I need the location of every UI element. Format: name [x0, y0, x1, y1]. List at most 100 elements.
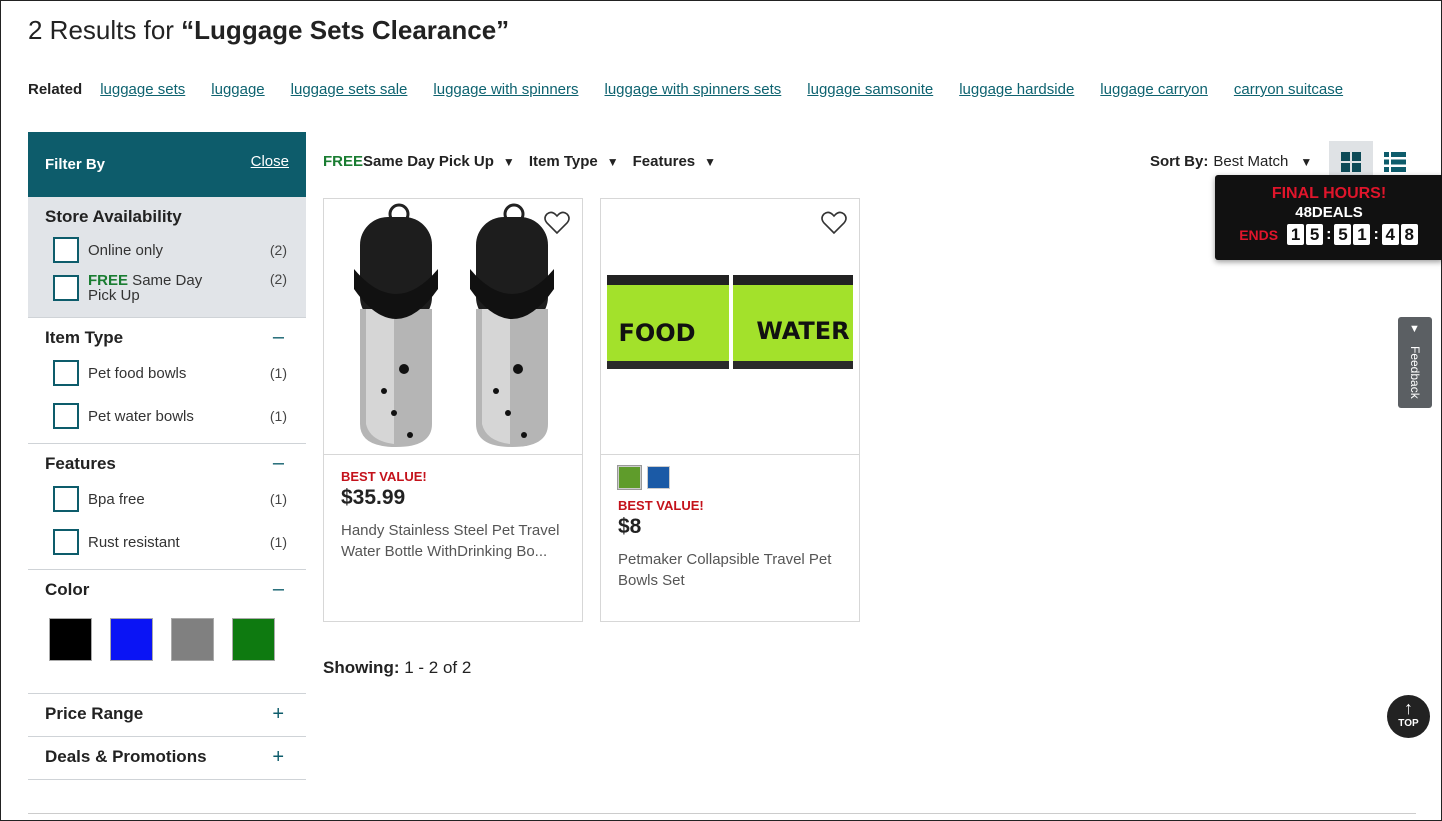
checkbox[interactable] [53, 237, 79, 263]
countdown-digit: 1 [1287, 224, 1305, 245]
food-label-text: FOOD [618, 319, 695, 347]
countdown-digit: 8 [1400, 224, 1418, 245]
store-availability-section: Store Availability Online only (2) FREE … [28, 197, 306, 317]
checkbox[interactable] [53, 275, 79, 301]
filter-sidebar: Filter By Close Store Availability Onlin… [28, 132, 306, 780]
color-option-blue[interactable] [647, 466, 670, 489]
related-link[interactable]: luggage [211, 81, 264, 98]
countdown-digit: 5 [1334, 224, 1352, 245]
color-swatch-gray[interactable] [171, 618, 214, 661]
color-swatch-black[interactable] [49, 618, 92, 661]
related-label: Related [28, 81, 83, 98]
back-to-top-button[interactable]: ↑ TOP [1387, 695, 1430, 738]
deals-countdown-banner[interactable]: FINAL HOURS! 48DEALS ENDS 15:51:48 [1215, 175, 1442, 260]
option-count: (1) [269, 491, 287, 507]
related-link[interactable]: luggage with spinners sets [605, 81, 782, 98]
feedback-label: Feedback [1408, 346, 1422, 399]
colon: : [1373, 225, 1379, 243]
best-value-badge: BEST VALUE! [618, 498, 704, 513]
deals-promotions-title: Deals & Promotions [45, 747, 207, 766]
option-label: Pet water bowls [88, 407, 194, 425]
related-link[interactable]: luggage hardside [959, 81, 1074, 98]
filter-option-pet-food-bowls[interactable]: Pet food bowls (1) [45, 360, 289, 386]
divider [28, 813, 1416, 814]
product-card[interactable]: BEST VALUE! $35.99 Handy Stainless Steel… [323, 198, 583, 622]
sort-label: Sort By: [1150, 153, 1209, 170]
checkbox[interactable] [53, 403, 79, 429]
caret-down-icon: ▼ [1300, 154, 1313, 169]
related-link[interactable]: luggage with spinners [433, 81, 578, 98]
caret-down-icon: ▼ [606, 154, 619, 169]
showing-value: 1 - 2 of 2 [399, 658, 472, 677]
product-price: $8 [618, 515, 642, 538]
price-range-title: Price Range [45, 704, 144, 723]
checkbox[interactable] [53, 529, 79, 555]
color-option-green[interactable] [617, 465, 642, 490]
color-swatch-green[interactable] [232, 618, 275, 661]
sort-dropdown[interactable]: Sort By: Best Match ▼ [1150, 153, 1312, 170]
filter-option-rust-resistant[interactable]: Rust resistant (1) [45, 529, 289, 555]
water-bottle-image [324, 199, 582, 454]
option-count: (1) [269, 365, 287, 381]
showing-label: Showing: [323, 658, 400, 677]
color-title: Color [45, 580, 90, 599]
final-hours-text: FINAL HOURS! [1271, 185, 1387, 202]
related-link[interactable]: luggage sets [100, 81, 185, 98]
top-label: TOP [1398, 718, 1419, 729]
filter-close-link[interactable]: Close [251, 153, 289, 170]
item-type-dropdown[interactable]: Item Type ▼ [529, 153, 619, 170]
features-title: Features [45, 454, 116, 473]
filter-option-online-only[interactable]: Online only (2) [45, 237, 289, 263]
checkbox[interactable] [53, 486, 79, 512]
color-swatches [49, 618, 289, 679]
caret-down-icon: ▼ [704, 154, 717, 169]
option-count: (1) [269, 408, 287, 424]
filter-header: Filter By Close [28, 132, 306, 197]
related-link[interactable]: luggage carryon [1100, 81, 1208, 98]
product-color-options [617, 465, 859, 490]
product-name[interactable]: Handy Stainless Steel Pet Travel Water B… [341, 520, 565, 562]
option-label: Rust resistant [88, 533, 180, 551]
caret-down-icon: ▼ [502, 154, 515, 169]
list-view-button[interactable] [1384, 151, 1406, 173]
related-searches: Related luggage sets luggage luggage set… [28, 81, 1369, 98]
filter-option-pet-water-bowls[interactable]: Pet water bowls (1) [45, 403, 289, 429]
dropdown-label: Item Type [528, 153, 598, 170]
triangle-down-icon: ▼ [1409, 323, 1420, 335]
price-range-section[interactable]: Price Range + [28, 693, 306, 736]
grid-icon [1341, 152, 1361, 172]
collapse-icon[interactable]: – [273, 452, 284, 475]
deals-promotions-section[interactable]: Deals & Promotions + [28, 736, 306, 780]
heart-icon[interactable] [821, 211, 847, 235]
product-image[interactable] [324, 199, 582, 455]
feedback-tab[interactable]: ▼ Feedback [1398, 317, 1432, 408]
countdown-digit: 4 [1381, 224, 1399, 245]
option-count: (1) [269, 534, 287, 550]
checkbox[interactable] [53, 360, 79, 386]
free-label: FREE [323, 153, 364, 170]
heart-icon[interactable] [544, 211, 570, 235]
expand-icon[interactable]: + [272, 703, 284, 726]
item-type-title: Item Type [45, 328, 124, 347]
pet-bowls-image: FOOD WATER [601, 199, 859, 454]
filter-option-same-day-pickup[interactable]: FREE Same Day Pick Up (2) [45, 271, 289, 303]
color-swatch-blue[interactable] [110, 618, 153, 661]
product-name[interactable]: Petmaker Collapsible Travel Pet Bowls Se… [618, 549, 842, 591]
collapse-icon[interactable]: – [273, 578, 284, 601]
product-image[interactable]: FOOD WATER [601, 199, 859, 455]
collapse-icon[interactable]: – [273, 326, 284, 349]
filter-title: Filter By [45, 156, 106, 173]
features-dropdown[interactable]: Features ▼ [633, 153, 716, 170]
same-day-pickup-dropdown[interactable]: FREE Same Day Pick Up ▼ [323, 153, 515, 170]
filter-option-bpa-free[interactable]: Bpa free (1) [45, 486, 289, 512]
option-label: FREE Same Day Pick Up [88, 273, 218, 303]
related-link[interactable]: luggage sets sale [291, 81, 408, 98]
countdown-digit: 5 [1306, 224, 1324, 245]
product-card[interactable]: FOOD WATER BEST VALUE! $8 Petmaker Colla… [600, 198, 860, 622]
product-price: $35.99 [341, 486, 406, 509]
related-link[interactable]: carryon suitcase [1234, 81, 1343, 98]
dropdown-label: Same Day Pick Up [363, 153, 494, 170]
related-link[interactable]: luggage samsonite [807, 81, 933, 98]
expand-icon[interactable]: + [272, 746, 284, 769]
item-type-section: Item Type – Pet food bowls (1) Pet water… [28, 317, 306, 443]
